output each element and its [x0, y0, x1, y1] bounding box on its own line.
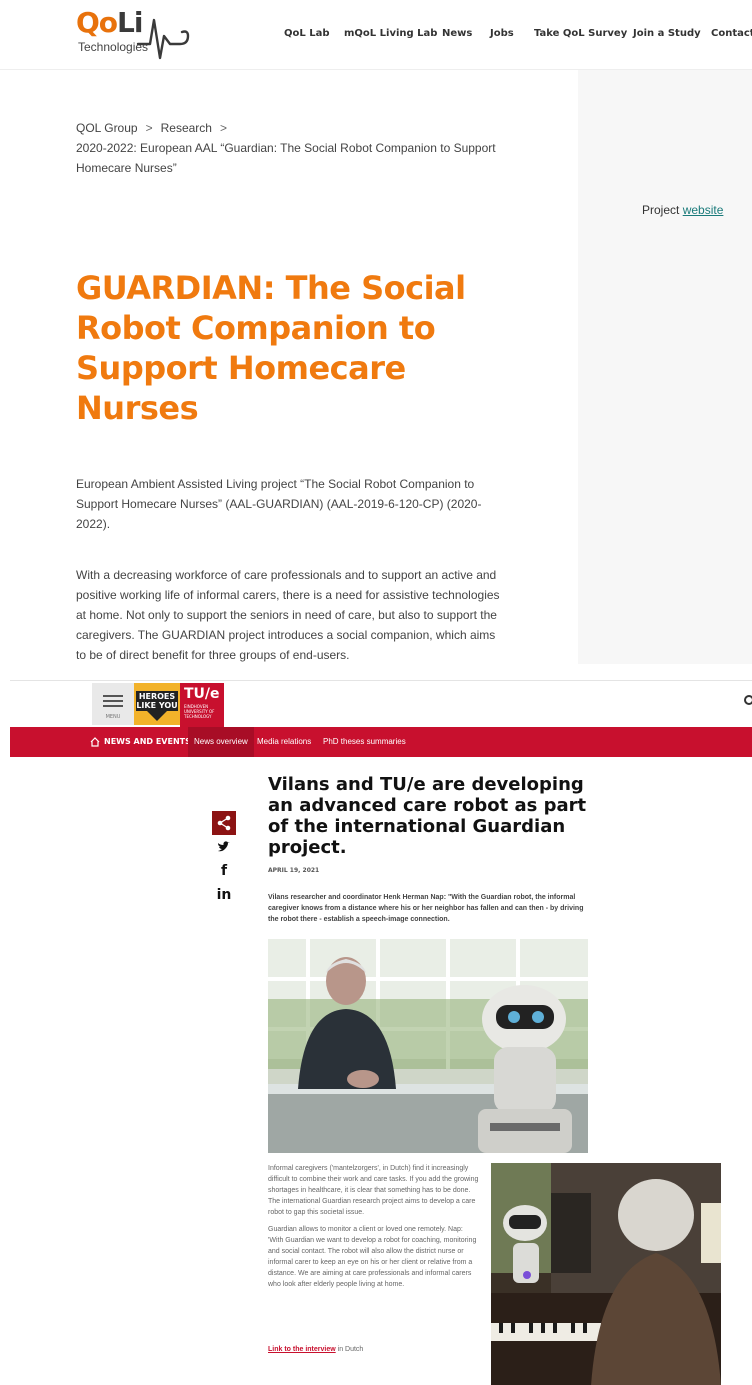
- tue-paragraph-2: Guardian allows to monitor a client or l…: [268, 1226, 477, 1288]
- share-icon[interactable]: [212, 811, 236, 835]
- interview-link-suffix: in Dutch: [337, 1346, 364, 1353]
- nav-mqol-living-lab[interactable]: mQoL Living Lab: [344, 27, 437, 41]
- breadcrumb: QOL Group > Research > 2020-2022: European …: [76, 118, 516, 178]
- hamburger-icon: [103, 695, 123, 707]
- photo-woman-at-piano-with-robot: [491, 1163, 721, 1385]
- nav-jobs[interactable]: Jobs: [490, 27, 514, 41]
- heroes-arrow-icon: [147, 711, 167, 721]
- facebook-icon[interactable]: f: [212, 859, 236, 883]
- twitter-icon[interactable]: [212, 835, 236, 859]
- qolife-logo[interactable]: QoLi Technologies: [76, 6, 191, 60]
- nav-news[interactable]: News: [442, 27, 472, 41]
- tue-topbar: MENU HEROES LIKE YOU TU/e EINDHOVEN UNIV…: [10, 681, 752, 727]
- article-intro: European Ambient Assisted Living project…: [76, 477, 482, 531]
- tue-article-date: APRIL 19, 2021: [268, 867, 320, 874]
- tue-tab-phd-theses[interactable]: PhD theses summaries: [323, 727, 406, 757]
- project-website-line: Project website: [642, 202, 723, 218]
- logo-wordmark: QoLi: [76, 6, 143, 39]
- article-body: With a decreasing workforce of care prof…: [76, 568, 500, 662]
- heroes-like-you-badge[interactable]: HEROES LIKE YOU: [134, 683, 180, 725]
- search-icon[interactable]: [744, 695, 752, 705]
- tue-paragraph-1: Informal caregivers ('mantelzorgers', in…: [268, 1165, 479, 1216]
- tue-news-screenshot: MENU HEROES LIKE YOU TU/e EINDHOVEN UNIV…: [10, 680, 752, 1385]
- photo-man-with-robot: [268, 939, 588, 1153]
- tue-interview-line: Link to the interview in Dutch: [268, 1344, 363, 1355]
- project-label: Project: [642, 203, 680, 217]
- project-website-link[interactable]: website: [683, 203, 724, 217]
- interview-link[interactable]: Link to the interview: [268, 1346, 336, 1353]
- tue-section-title[interactable]: NEWS AND EVENTS: [104, 736, 191, 748]
- linkedin-icon[interactable]: in: [212, 883, 236, 907]
- page-title: GUARDIAN: The Social Robot Companion to …: [76, 269, 466, 427]
- breadcrumb-current: 2020-2022: European AAL “Guardian: The S…: [76, 141, 496, 175]
- tue-article-body: Informal caregivers ('mantelzorgers', in…: [268, 1163, 480, 1296]
- tue-menu-label: MENU: [105, 714, 121, 720]
- breadcrumb-separator: >: [145, 121, 153, 135]
- tue-logo-subtitle: EINDHOVEN UNIVERSITY OF TECHNOLOGY: [184, 704, 215, 719]
- nav-take-qol-survey[interactable]: Take QoL Survey: [534, 27, 627, 41]
- tue-tab-news-overview[interactable]: News overview: [188, 727, 254, 757]
- tue-article-lead: Vilans researcher and coordinator Henk H…: [268, 894, 584, 923]
- breadcrumb-separator: >: [219, 121, 227, 135]
- breadcrumb-qol-group[interactable]: QOL Group: [76, 121, 138, 135]
- tue-menu-button[interactable]: MENU: [92, 683, 134, 725]
- tue-tab-media-relations[interactable]: Media relations: [257, 727, 311, 757]
- tue-logo[interactable]: TU/e EINDHOVEN UNIVERSITY OF TECHNOLOGY: [180, 683, 224, 727]
- sidebar: Project website: [578, 70, 752, 664]
- heroes-label: HEROES LIKE YOU: [136, 691, 178, 711]
- tue-article-title: Vilans and TU/e are developing an advanc…: [268, 774, 587, 858]
- tue-section-nav: NEWS AND EVENTS News overview Media rela…: [10, 727, 752, 757]
- nav-join-a-study[interactable]: Join a Study: [633, 27, 701, 41]
- breadcrumb-research[interactable]: Research: [161, 121, 212, 135]
- nav-qol-lab[interactable]: QoL Lab: [284, 27, 330, 41]
- tue-logo-text: TU/e: [184, 686, 220, 702]
- nav-contact[interactable]: Contact: [711, 27, 752, 41]
- main-nav: QoL Lab mQoL Living Lab News Jobs Take Q…: [284, 27, 752, 41]
- logo-subtitle: Technologies: [78, 40, 149, 54]
- site-header: QoLi Technologies QoL Lab mQoL Living La…: [0, 0, 752, 70]
- home-icon[interactable]: [90, 737, 100, 747]
